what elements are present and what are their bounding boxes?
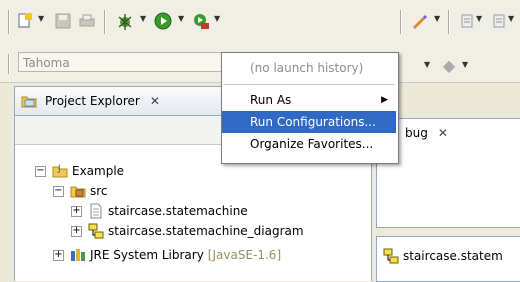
toolbar-separator <box>8 10 10 34</box>
debug-icon[interactable] <box>114 8 136 34</box>
tree-item-label: Example <box>72 164 125 178</box>
tab-label: Project Explorer <box>45 94 140 108</box>
tree-item-library[interactable]: + JRE System Library [JavaSE-1.6] <box>53 245 281 265</box>
nav-icon[interactable] <box>456 8 478 34</box>
external-tools-icon[interactable] <box>190 8 212 34</box>
diagram-icon <box>383 248 399 264</box>
tree-item-label: src <box>90 184 108 198</box>
toolbar-separator <box>8 54 10 74</box>
toolbar-separator <box>104 10 106 34</box>
tree-item-src[interactable]: − src <box>53 181 108 201</box>
collapse-icon[interactable]: − <box>53 185 64 197</box>
menu-item-label: Run As <box>250 93 292 107</box>
print-icon[interactable] <box>76 8 98 34</box>
nav-dropdown-arrow[interactable]: ▼ <box>508 14 514 23</box>
expand-icon[interactable]: + <box>71 225 82 237</box>
tree-item-label: JRE System Library <box>90 248 204 262</box>
pen-dropdown-arrow[interactable]: ▼ <box>434 14 440 23</box>
library-version: [JavaSE-1.6] <box>207 248 282 262</box>
fill-dropdown-arrow[interactable]: ▼ <box>462 60 468 69</box>
menu-item-no-history: (no launch history) <box>250 61 364 75</box>
menu-separator <box>224 84 394 85</box>
tree-item-label: staircase.statemachine_diagram <box>108 224 304 238</box>
run-icon[interactable] <box>152 8 174 34</box>
nav-dropdown-arrow[interactable]: ▼ <box>476 14 482 23</box>
debug-dropdown-arrow[interactable]: ▼ <box>140 14 146 23</box>
tab-debug[interactable]: bug ✕ <box>405 119 448 147</box>
expand-icon[interactable]: + <box>71 205 82 217</box>
project-icon: J <box>52 163 68 179</box>
diagram-icon <box>88 223 104 239</box>
package-folder-icon <box>70 183 86 199</box>
launch-dropdown-menu: (no launch history) Run As ▶ Run Configu… <box>221 52 399 164</box>
new-dropdown-arrow[interactable]: ▼ <box>38 14 44 23</box>
collapse-icon[interactable]: − <box>35 165 46 177</box>
external-tools-dropdown-arrow[interactable]: ▼ <box>214 14 220 23</box>
expand-icon[interactable]: + <box>53 249 64 261</box>
tab-project-explorer[interactable]: Project Explorer ✕ <box>15 87 225 115</box>
tree-item-label: staircase.statemachine <box>108 204 248 218</box>
tree-item-file[interactable]: + staircase.statemachine <box>71 201 248 221</box>
new-icon[interactable] <box>14 8 36 34</box>
format-dropdown-arrow[interactable]: ▼ <box>424 60 430 69</box>
svg-text:J: J <box>57 164 61 174</box>
close-icon[interactable]: ✕ <box>150 94 160 108</box>
nav-icon[interactable] <box>488 8 510 34</box>
toolbar-separator <box>400 10 402 34</box>
close-icon[interactable]: ✕ <box>438 126 448 140</box>
font-selector[interactable]: Tahoma <box>18 52 223 72</box>
tree-item-file[interactable]: + staircase.statemachine_diagram <box>71 221 304 241</box>
menu-item-run-as[interactable]: Run As ▶ <box>222 89 396 111</box>
tree-item-project[interactable]: − J Example <box>35 161 124 181</box>
project-explorer-icon <box>21 93 37 109</box>
toolbar-separator <box>448 10 450 34</box>
fill-color-icon[interactable]: ◆ <box>438 52 460 78</box>
main-toolbar: ▼ ▼ ▼ ▼ ▼ ▼ ▼ <box>0 0 520 48</box>
pen-icon[interactable] <box>408 8 430 34</box>
editor-area: staircase.statem <box>376 236 520 282</box>
save-icon[interactable] <box>52 8 74 34</box>
file-icon <box>88 203 104 219</box>
submenu-arrow-icon: ▶ <box>381 95 388 105</box>
tab-editor[interactable]: staircase.statem <box>383 243 503 269</box>
menu-item-organize-favorites[interactable]: Organize Favorites... <box>222 133 396 155</box>
run-dropdown-arrow[interactable]: ▼ <box>178 14 184 23</box>
library-icon <box>70 247 86 263</box>
tab-label: staircase.statem <box>403 249 503 263</box>
menu-item-run-configurations[interactable]: Run Configurations... <box>222 111 396 133</box>
tab-label: bug <box>405 126 428 140</box>
